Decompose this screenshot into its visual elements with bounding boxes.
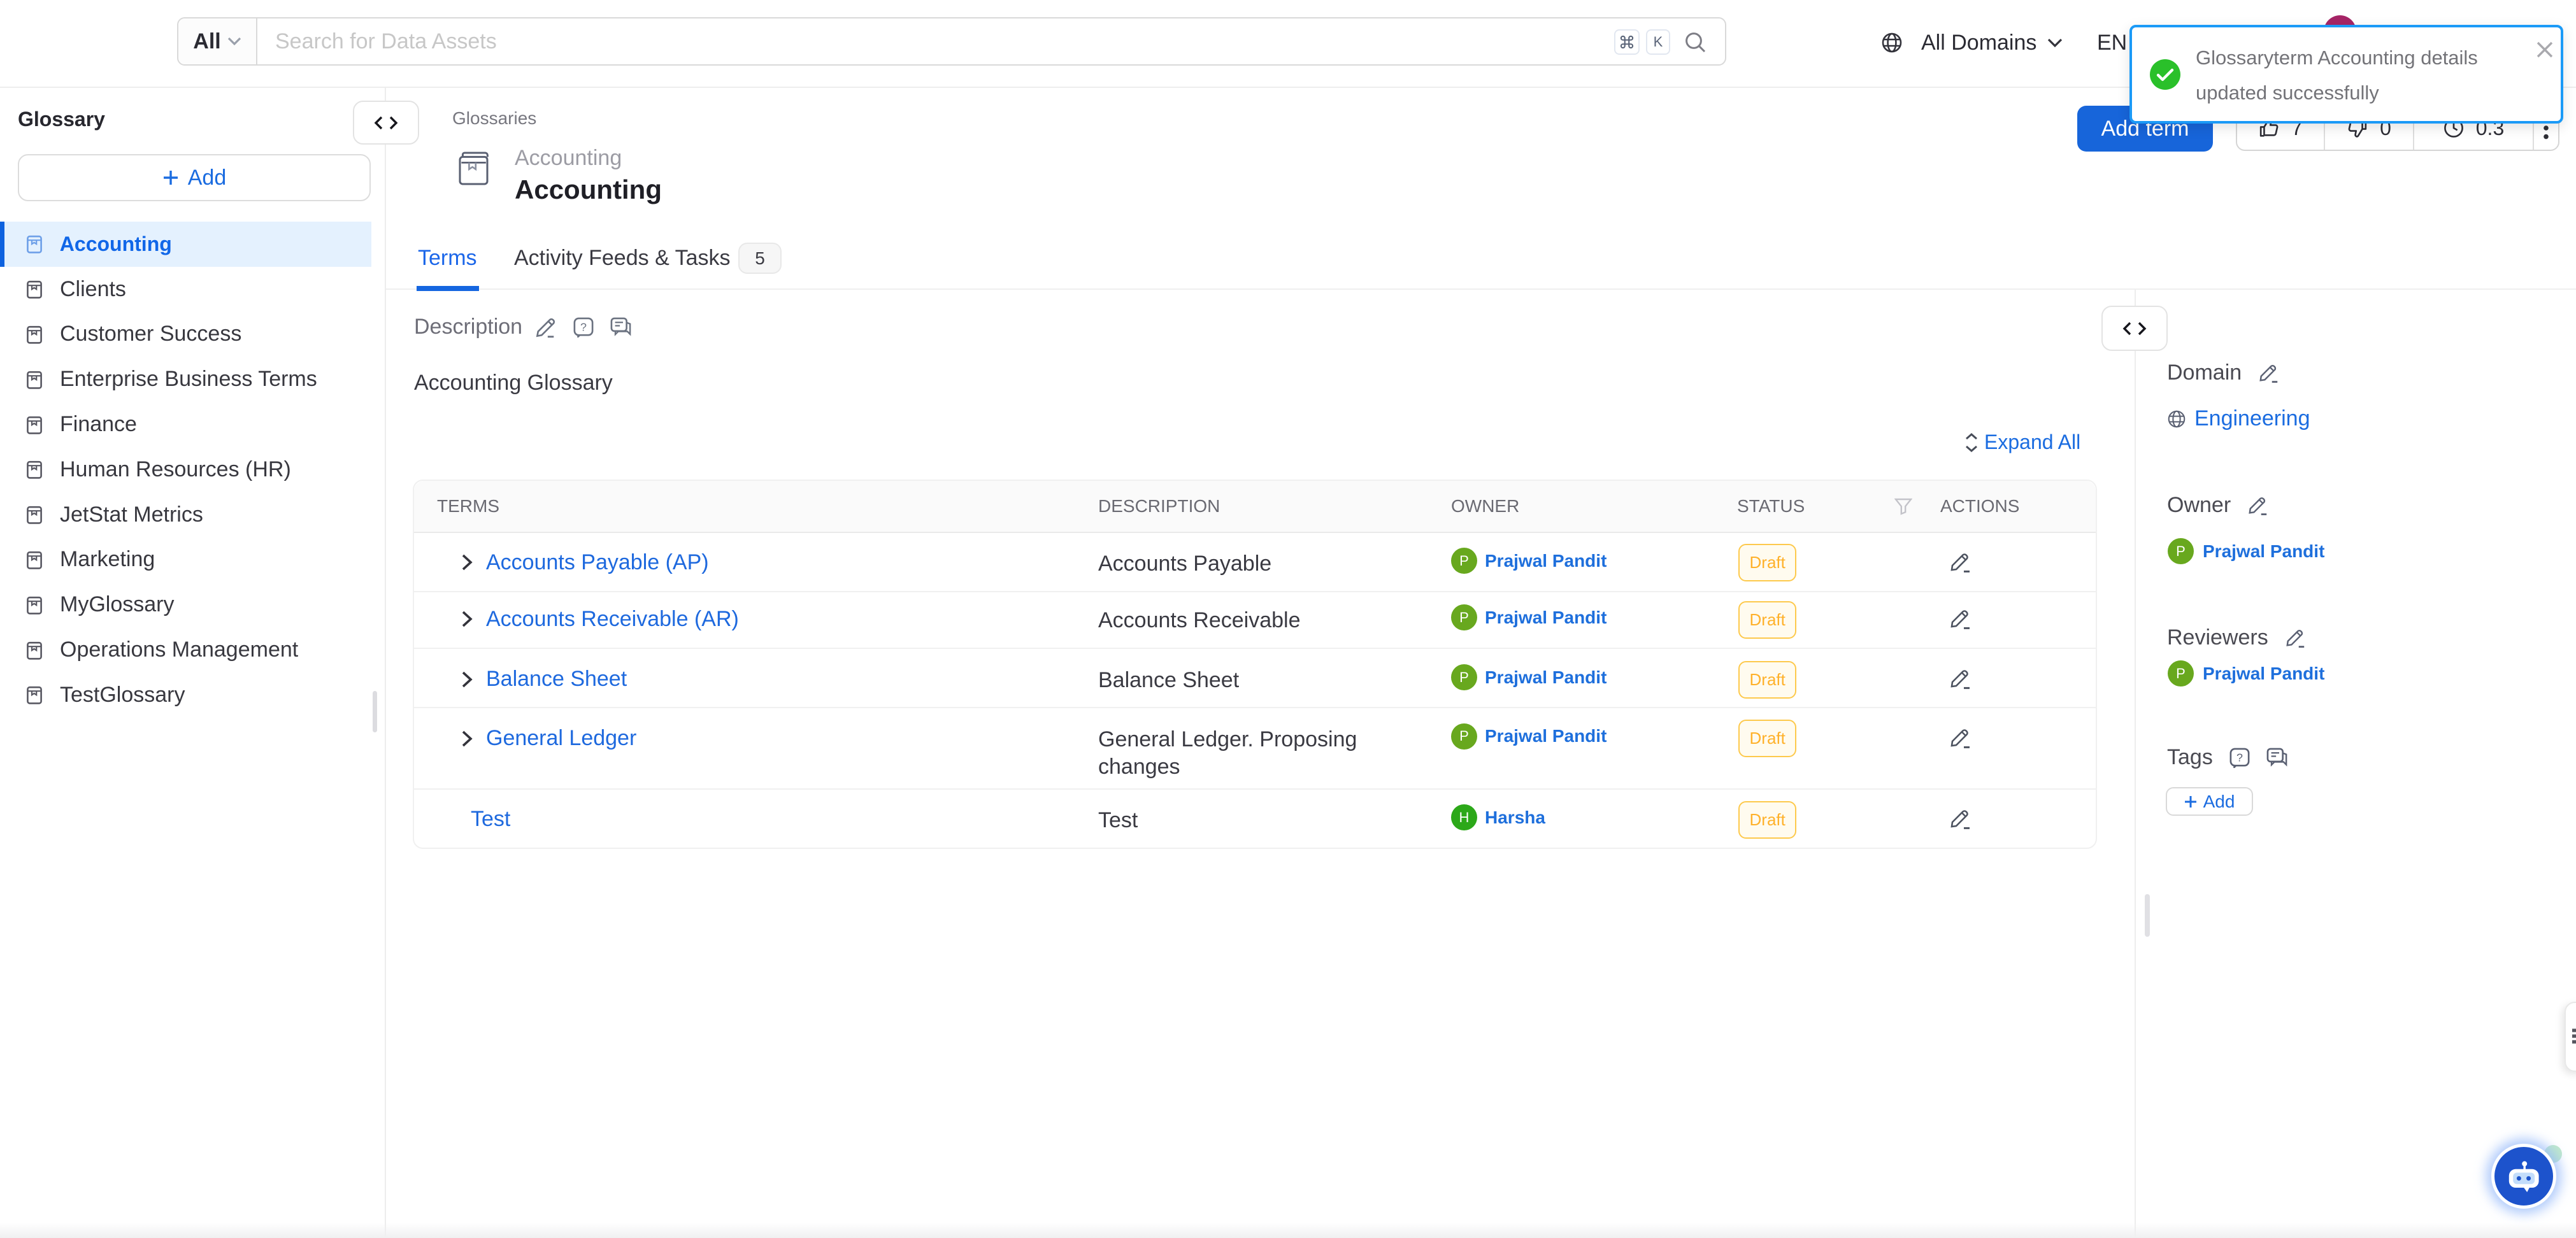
svg-text:?: ? xyxy=(2236,751,2243,764)
svg-text:?: ? xyxy=(580,320,587,333)
